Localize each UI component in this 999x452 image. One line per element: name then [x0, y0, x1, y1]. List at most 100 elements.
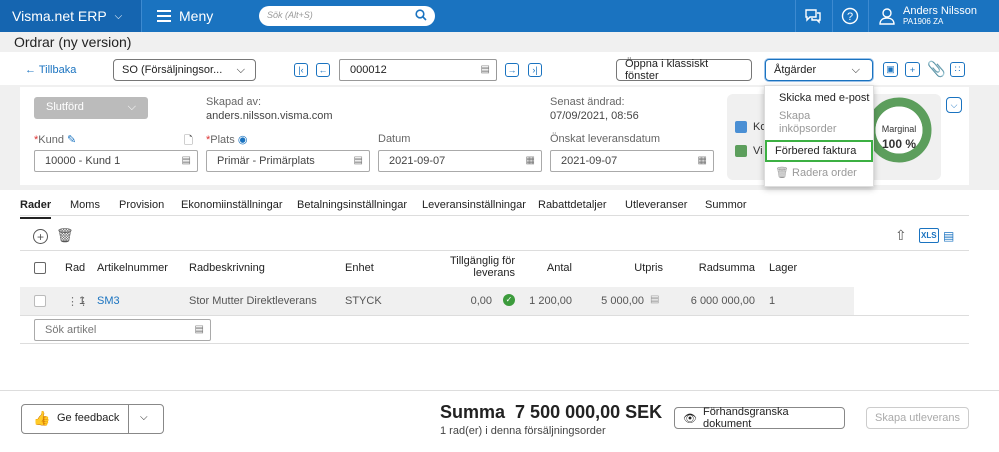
create-delivery-button[interactable]: Skapa utleverans: [866, 407, 969, 429]
tabs-divider: [20, 215, 969, 216]
col-antal[interactable]: Antal: [520, 262, 572, 274]
col-lager[interactable]: Lager: [769, 262, 797, 274]
col-artikel[interactable]: Artikelnummer: [97, 262, 168, 274]
add-icon[interactable]: +: [905, 62, 920, 77]
order-type-select[interactable]: SO (Försäljningsor... ⌵: [113, 59, 256, 81]
customer-value: 10000 - Kund 1: [45, 155, 121, 167]
grid-icon[interactable]: ∷: [950, 62, 965, 77]
user-menu[interactable]: Anders Nilsson PA1906 ZA: [868, 0, 999, 32]
open-classic-button[interactable]: Öppna i klassiskt fönster: [616, 58, 752, 82]
menu-button[interactable]: Meny: [143, 0, 251, 32]
back-label: Tillbaka: [38, 64, 77, 76]
margin-label: Marginal: [881, 124, 917, 134]
preview-label: Förhandsgranska dokument: [702, 406, 789, 430]
price-info-icon[interactable]: ▤: [650, 294, 659, 305]
tab-summor[interactable]: Summor: [705, 199, 747, 211]
menu-item-send-email[interactable]: Skicka med e-post: [779, 92, 869, 104]
order-number-field[interactable]: 000012 ▤: [339, 59, 497, 81]
tab-provision[interactable]: Provision: [119, 199, 164, 211]
location-label-text: Plats: [210, 134, 235, 146]
excel-export-icon[interactable]: XLS: [919, 228, 939, 243]
row-tillganglig: 0,00: [470, 295, 492, 307]
col-enhet[interactable]: Enhet: [345, 262, 374, 274]
created-by-value: anders.nilsson.visma.com: [206, 110, 333, 122]
chevron-down-icon: ⌵: [114, 10, 123, 22]
feedback-button[interactable]: Ge feedback: [57, 412, 119, 424]
sum-label: Summa: [440, 402, 506, 422]
delivery-date-field[interactable]: 2021-09-07 ▦: [550, 150, 714, 172]
tab-leverans[interactable]: Leveransinställningar: [422, 199, 526, 211]
prev-record-icon[interactable]: ←: [316, 63, 330, 77]
actions-label: Åtgärder: [774, 64, 817, 76]
menu-item-delete-order[interactable]: 🗑 Radera order: [775, 166, 857, 179]
drag-handle-icon[interactable]: ⋮⋮: [67, 295, 89, 308]
lookup-icon[interactable]: ▤: [195, 324, 204, 335]
delete-row-icon[interactable]: 🗑: [56, 227, 74, 244]
next-record-icon[interactable]: →: [505, 63, 519, 77]
add-row-icon[interactable]: +: [33, 229, 48, 244]
tab-utleveranser[interactable]: Utleveranser: [625, 199, 687, 211]
edit-icon[interactable]: ✎: [67, 134, 76, 146]
preview-document-button[interactable]: 👁 Förhandsgranska dokument: [674, 406, 845, 430]
eye-icon: 👁: [683, 412, 697, 425]
col-tillganglig-line2: leverans: [473, 267, 515, 279]
actions-button[interactable]: Åtgärder ⌵: [765, 59, 873, 81]
row-utpris: 5 000,00: [601, 295, 644, 307]
expand-icon[interactable]: ⌵: [946, 97, 962, 113]
tab-betalning[interactable]: Betalningsinställningar: [297, 199, 407, 211]
tab-rabatt[interactable]: Rabattdetaljer: [538, 199, 607, 211]
chat-icon[interactable]: [795, 0, 829, 32]
upload-icon[interactable]: ⇧: [895, 227, 907, 244]
document-icon[interactable]: 🗋: [184, 132, 193, 151]
save-icon[interactable]: ▣: [883, 62, 898, 77]
lookup-icon[interactable]: ▤: [182, 155, 191, 166]
thumbs-up-icon: 👍: [33, 410, 51, 426]
last-changed-label: Senast ändrad:: [550, 96, 625, 108]
arrow-left-icon: ←: [25, 64, 36, 76]
col-tillganglig[interactable]: Tillgänglig för leverans: [430, 255, 515, 279]
menu-item-create-po-line2: inköpsorder: [779, 123, 837, 135]
app-switcher[interactable]: Visma.net ERP ⌵: [0, 0, 142, 32]
feedback-dropdown-icon[interactable]: ⌵: [140, 412, 148, 423]
back-link[interactable]: ← Tillbaka: [25, 64, 76, 76]
sum-total: Summa 7 500 000,00 SEK: [440, 402, 662, 423]
chevron-down-icon: ⌵: [851, 63, 860, 76]
app-name: Visma.net ERP: [12, 8, 107, 24]
row-checkbox[interactable]: [34, 295, 46, 307]
col-beskrivning[interactable]: Radbeskrivning: [189, 262, 265, 274]
menu-item-prepare-invoice[interactable]: Förbered faktura: [765, 140, 873, 162]
col-utpris[interactable]: Utpris: [610, 262, 663, 274]
tab-moms[interactable]: Moms: [70, 199, 100, 211]
status-badge[interactable]: Slutförd ⌵: [34, 97, 148, 119]
date-field[interactable]: 2021-09-07 ▦: [378, 150, 542, 172]
column-settings-icon[interactable]: ▤: [943, 229, 954, 243]
first-record-icon[interactable]: |‹: [294, 63, 308, 77]
tab-rader[interactable]: Rader: [20, 199, 52, 219]
search-icon[interactable]: [415, 9, 427, 23]
actions-dropdown-menu: Skicka med e-post Skapa inköpsorder Förbe…: [764, 85, 874, 187]
last-record-icon[interactable]: ›|: [528, 63, 542, 77]
customer-field[interactable]: 10000 - Kund 1 ▤: [34, 150, 198, 172]
row-number: 1: [79, 295, 86, 307]
calendar-icon[interactable]: ▦: [526, 155, 535, 166]
col-radsumma[interactable]: Radsumma: [690, 262, 755, 274]
search-article-input[interactable]: Sök artikel ▤: [34, 319, 211, 341]
lookup-icon[interactable]: ▤: [481, 64, 490, 75]
menu-item-delete-label: Radera order: [792, 167, 857, 179]
lookup-icon[interactable]: ▤: [354, 155, 363, 166]
top-bar: Visma.net ERP ⌵ Meny Sök (Alt+S) ? Anders…: [0, 0, 999, 32]
tab-ekonomi[interactable]: Ekonomiinställningar: [181, 199, 283, 211]
calendar-icon[interactable]: ▦: [698, 155, 707, 166]
help-icon[interactable]: ?: [832, 0, 866, 32]
col-tillganglig-line1: Tillgänglig för: [449, 255, 515, 267]
select-all-checkbox[interactable]: [34, 262, 46, 274]
location-value: Primär - Primärplats: [217, 155, 315, 167]
menu-item-create-purchase-order[interactable]: Skapa inköpsorder: [779, 110, 836, 136]
attachment-icon[interactable]: 📎: [927, 60, 946, 78]
row-artikel-link[interactable]: SM3: [97, 295, 120, 307]
date-value: 2021-09-07: [389, 155, 446, 167]
col-rad[interactable]: Rad: [65, 262, 85, 274]
location-field[interactable]: Primär - Primärplats ▤: [206, 150, 370, 172]
global-search-input[interactable]: Sök (Alt+S): [259, 6, 435, 26]
location-pin-icon[interactable]: ◉: [238, 134, 248, 146]
